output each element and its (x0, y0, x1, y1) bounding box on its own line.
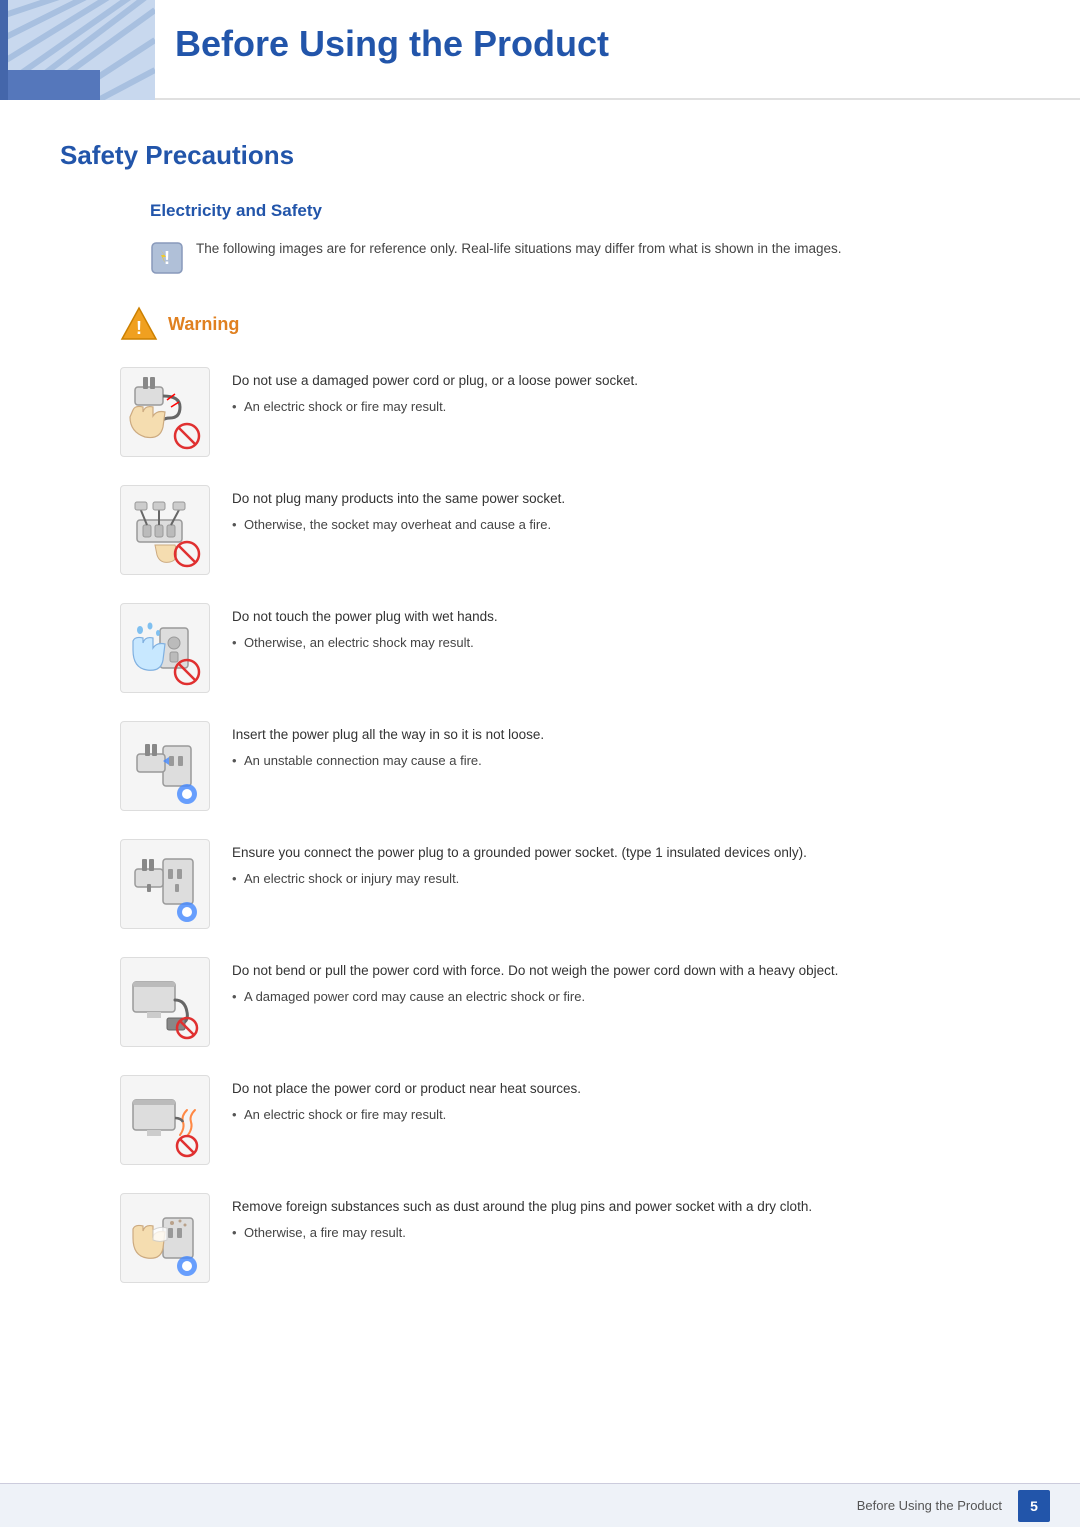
warning-item: Ensure you connect the power plug to a g… (120, 839, 1020, 929)
warning-item: Insert the power plug all the way in so … (120, 721, 1020, 811)
warning-item-text-4: Insert the power plug all the way in so … (232, 721, 1020, 771)
section-title: Safety Precautions (60, 140, 1020, 171)
warning-item-text-1: Do not use a damaged power cord or plug,… (232, 367, 1020, 417)
page-number: 5 (1018, 1490, 1050, 1522)
page-header: Before Using the Product (0, 0, 1080, 100)
warning-item: Do not place the power cord or product n… (120, 1075, 1020, 1165)
warning-item-text-6: Do not bend or pull the power cord with … (232, 957, 1020, 1007)
warning-item: Do not use a damaged power cord or plug,… (120, 367, 1020, 457)
warning-item-text-8: Remove foreign substances such as dust a… (232, 1193, 1020, 1243)
header-decoration (0, 0, 155, 100)
warning-header: ! Warning (120, 305, 1020, 343)
warning-item-icon-6 (120, 957, 210, 1047)
footer-text: Before Using the Product (857, 1498, 1002, 1513)
warning-item-icon-7 (120, 1075, 210, 1165)
warning-items-list: Do not use a damaged power cord or plug,… (60, 367, 1020, 1283)
warning-triangle-icon: ! (120, 305, 158, 343)
warning-item: Do not touch the power plug with wet han… (120, 603, 1020, 693)
warning-item-icon-2 (120, 485, 210, 575)
warning-item-icon-1 (120, 367, 210, 457)
note-block: ! The following images are for reference… (150, 239, 1020, 275)
warning-item: Remove foreign substances such as dust a… (120, 1193, 1020, 1283)
warning-item-text-2: Do not plug many products into the same … (232, 485, 1020, 535)
main-content: Safety Precautions Electricity and Safet… (0, 100, 1080, 1391)
page-title: Before Using the Product (175, 23, 609, 65)
warning-item-icon-8 (120, 1193, 210, 1283)
warning-item-text-7: Do not place the power cord or product n… (232, 1075, 1020, 1125)
warning-item-text-5: Ensure you connect the power plug to a g… (232, 839, 1020, 889)
svg-text:!: ! (136, 318, 142, 338)
warning-item-icon-3 (120, 603, 210, 693)
note-text: The following images are for reference o… (196, 239, 842, 259)
warning-item: Do not bend or pull the power cord with … (120, 957, 1020, 1047)
warning-item-icon-5 (120, 839, 210, 929)
warning-label: Warning (168, 314, 239, 335)
warning-item-icon-4 (120, 721, 210, 811)
note-icon: ! (150, 241, 184, 275)
subsection-title: Electricity and Safety (150, 201, 1020, 221)
warning-item: Do not plug many products into the same … (120, 485, 1020, 575)
warning-item-text-3: Do not touch the power plug with wet han… (232, 603, 1020, 653)
page-footer: Before Using the Product 5 (0, 1483, 1080, 1527)
svg-text:!: ! (164, 248, 170, 268)
